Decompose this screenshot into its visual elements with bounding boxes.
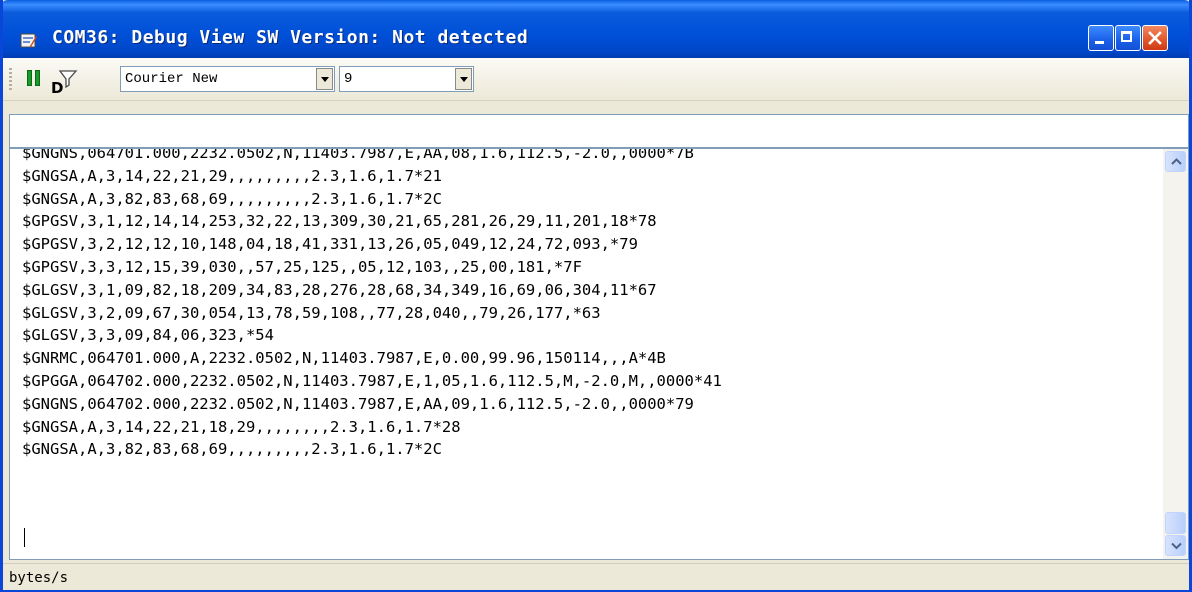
scroll-down-button[interactable] [1165,535,1186,556]
maximize-icon [1121,31,1132,42]
log-line: $GNGNS,064701.000,2232.0502,N,11403.7987… [22,148,694,162]
scrollbar-thumb[interactable] [1165,512,1186,534]
log-line: $GPGSV,3,2,12,12,10,148,04,18,41,331,13,… [22,235,638,254]
close-icon [1148,31,1162,45]
status-bar: bytes/s [3,563,1189,590]
log-line: $GPGGA,064702.000,2232.0502,N,11403.7987… [22,371,722,390]
app-icon [20,33,37,48]
font-select-value: Courier New [125,71,218,87]
minimize-icon [1095,41,1104,44]
log-output[interactable]: $GNGNS,064701.000,2232.0502,N,11403.7987… [9,148,1189,560]
log-lines: $GNGNS,064701.000,2232.0502,N,11403.7987… [22,148,722,461]
throughput-status: bytes/s [9,570,69,586]
log-line: $GNGSA,A,3,14,22,21,29,,,,,,,,,2.3,1.6,1… [22,166,442,185]
log-line: $GNGSA,A,3,82,83,68,69,,,,,,,,,2.3,1.6,1… [22,189,442,208]
vertical-scrollbar[interactable] [1163,149,1188,559]
log-line: $GLGSV,3,3,09,84,06,323,*54 [22,326,274,345]
command-input[interactable] [9,114,1189,148]
filter-icon[interactable]: D [50,68,78,94]
toolbar-grip[interactable] [9,68,12,92]
close-button[interactable] [1142,25,1168,51]
pause-icon[interactable] [27,70,43,88]
scroll-up-button[interactable] [1165,151,1186,172]
log-line: $GNGSA,A,3,82,83,68,69,,,,,,,,,2.3,1.6,1… [22,440,442,459]
log-line: $GNGSA,A,3,14,22,21,18,29,,,,,,,,2.3,1.6… [22,417,461,436]
svg-text:D: D [51,79,63,94]
title-bar[interactable]: COM36: Debug View SW Version: Not detect… [3,0,1189,58]
chevron-down-icon [1171,542,1182,550]
font-size-select[interactable]: 9 [339,66,474,92]
log-line: $GLGSV,3,1,09,82,18,209,34,83,28,276,28,… [22,280,657,299]
chevron-down-icon[interactable] [316,68,333,90]
log-line: $GNRMC,064701.000,A,2232.0502,N,11403.79… [22,349,666,368]
font-select[interactable]: Courier New [120,66,335,92]
window-title: COM36: Debug View SW Version: Not detect… [52,27,529,48]
font-size-select-value: 9 [344,71,353,87]
toolbar: D Courier New 9 [3,58,1189,101]
log-line: $GLGSV,3,2,09,67,30,054,13,78,59,108,,77… [22,303,601,322]
chevron-down-icon[interactable] [455,68,472,90]
log-line: $GNGNS,064702.000,2232.0502,N,11403.7987… [22,394,694,413]
chevron-up-icon [1171,158,1182,165]
maximize-button[interactable] [1115,25,1141,51]
minimize-button[interactable] [1088,25,1114,51]
text-caret [24,528,25,547]
log-line: $GPGSV,3,3,12,15,39,030,,57,25,125,,05,1… [22,257,582,276]
log-line: $GPGSV,3,1,12,14,14,253,32,22,13,309,30,… [22,212,657,231]
debug-view-window: COM36: Debug View SW Version: Not detect… [0,0,1192,592]
